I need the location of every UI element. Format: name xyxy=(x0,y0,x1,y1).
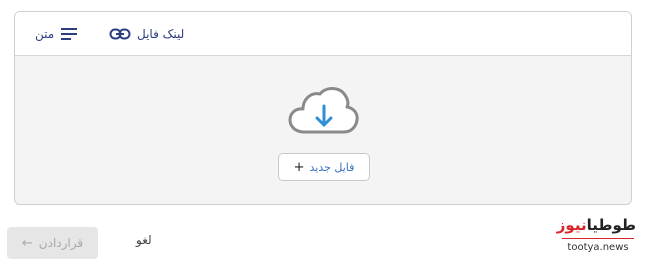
file-insert-panel: لینک فایل متن فایل جدید + xyxy=(14,11,632,205)
upload-dropzone[interactable]: فایل جدید + xyxy=(15,56,631,204)
watermark-brand: طوطیانیوز xyxy=(556,216,636,234)
tab-text[interactable]: متن xyxy=(29,12,78,55)
tab-file-link[interactable]: لینک فایل xyxy=(109,12,190,55)
new-file-label: فایل جدید xyxy=(309,160,355,174)
cloud-download-icon xyxy=(288,87,359,134)
new-file-button[interactable]: فایل جدید + xyxy=(278,153,370,181)
tab-text-label: متن xyxy=(35,26,55,41)
cancel-button[interactable]: لغو xyxy=(136,233,152,247)
text-lines-icon xyxy=(61,27,78,40)
watermark-logo: طوطیانیوز tootya.news xyxy=(556,216,636,262)
watermark-url: tootya.news xyxy=(567,242,629,253)
tab-file-link-label: لینک فایل xyxy=(137,26,185,41)
arrow-left-icon: ← xyxy=(21,235,33,251)
confirm-button[interactable]: ← قراردادن xyxy=(7,227,98,259)
watermark-divider xyxy=(562,238,634,239)
link-icon xyxy=(109,28,131,39)
plus-icon: + xyxy=(293,159,305,175)
confirm-label: قراردادن xyxy=(38,236,84,250)
source-tabs: لینک فایل متن xyxy=(15,12,631,56)
